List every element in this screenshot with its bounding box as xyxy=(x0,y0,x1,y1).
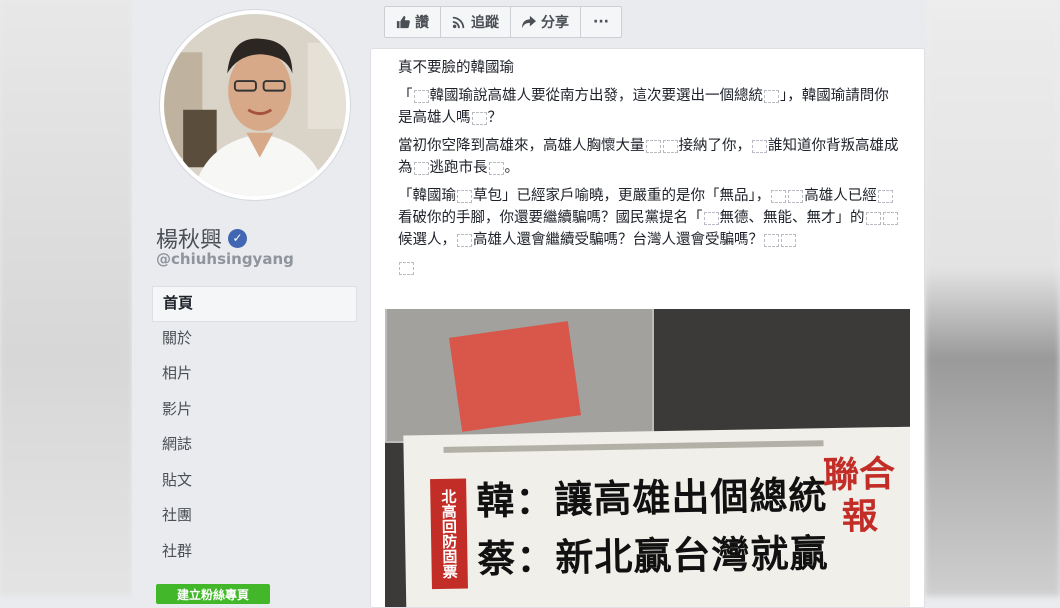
missing-glyph-icon xyxy=(457,189,472,203)
post-text: 真不要臉的韓國瑜 「韓國瑜說高雄人要從南方出發，這次要選出一個總統 」，韓國瑜請問… xyxy=(398,57,903,285)
text-run: 「 xyxy=(398,88,413,104)
newspaper-masthead: 聯合報 xyxy=(822,452,896,538)
nav-item-notes[interactable]: 網誌 xyxy=(152,428,357,464)
text-run: 逃跑市長 xyxy=(429,160,488,176)
missing-glyph-icon xyxy=(771,189,787,203)
text-run: ？ xyxy=(487,110,503,126)
rss-feed-icon xyxy=(452,16,465,29)
missing-glyph-icon xyxy=(399,261,414,275)
post-card: 真不要臉的韓國瑜 「韓國瑜說高雄人要從南方出發，這次要選出一個總統 」，韓國瑜請問… xyxy=(370,48,925,608)
newspaper: 北高回防固票 韓：讓高雄出個總統 蔡：新北贏台灣就贏 聯合報 xyxy=(403,426,910,607)
missing-glyph-icon xyxy=(457,233,472,247)
post-photo[interactable]: 北高回防固票 韓：讓高雄出個總統 蔡：新北贏台灣就贏 聯合報 xyxy=(385,309,910,607)
text-run: 當初你空降到高雄來，高雄人胸懷大量 xyxy=(398,138,645,154)
missing-glyph-icon xyxy=(413,89,429,103)
blurred-background-left xyxy=(0,0,132,596)
missing-glyph-icon xyxy=(882,211,898,225)
newspaper-headline-1: 韓：讓高雄出個總統 xyxy=(476,473,828,524)
text-run: 草包」已經家戶喻曉，更嚴重的是你「無品」， xyxy=(473,188,771,204)
missing-glyph-icon xyxy=(752,139,767,153)
share-label: 分享 xyxy=(541,15,569,31)
nav-item-community[interactable]: 社群 xyxy=(152,535,357,571)
missing-glyph-icon xyxy=(645,139,661,153)
follow-button[interactable]: 追蹤 xyxy=(441,7,511,37)
text-run: 「韓國瑜 xyxy=(398,188,456,204)
missing-glyph-icon xyxy=(764,233,779,247)
text-run: 看破你的手腳，你還要繼續騙嗎？國民黨提名「 xyxy=(398,210,703,226)
red-seal-stamp xyxy=(448,321,582,432)
share-button[interactable]: 分享 xyxy=(511,7,581,37)
more-options-button[interactable]: ··· xyxy=(581,7,621,37)
post-paragraph-3: 「韓國瑜 草包」已經家戶喻曉，更嚴重的是你「無品」， 高雄人已經看破你的手腳，你還要… xyxy=(398,185,903,251)
page-sidebar: 楊秋興 ✓ @chiuhsingyang 首頁 關於 相片 影片 網誌 貼文 社… xyxy=(132,0,370,604)
missing-glyph-icon xyxy=(764,89,779,103)
missing-glyph-icon xyxy=(488,161,504,175)
post-paragraph-2: 當初你空降到高雄來，高雄人胸懷大量 接納了你， 誰知道你背叛高雄成為 逃跑市長。 xyxy=(398,135,903,179)
verified-badge-icon: ✓ xyxy=(228,228,248,248)
page-nav: 首頁 關於 相片 影片 網誌 貼文 社團 社群 xyxy=(152,286,357,570)
thumbs-up-icon xyxy=(396,15,410,29)
page-action-bar: 讚 追蹤 分享 ··· xyxy=(384,6,622,38)
blurred-background-right xyxy=(925,0,1060,596)
like-button[interactable]: 讚 xyxy=(385,7,441,37)
like-label: 讚 xyxy=(415,15,429,31)
more-options-icon: ··· xyxy=(593,14,609,30)
post-paragraph-1: 「韓國瑜說高雄人要從南方出發，這次要選出一個總統 」，韓國瑜請問你是高雄人嗎？ xyxy=(398,85,903,129)
missing-glyph-icon xyxy=(788,189,804,203)
nav-item-photos[interactable]: 相片 xyxy=(152,357,357,393)
profile-avatar[interactable] xyxy=(160,10,350,200)
nav-item-videos[interactable]: 影片 xyxy=(152,393,357,429)
text-run: 。 xyxy=(504,160,520,176)
text-run: 接納了你， xyxy=(678,138,752,154)
missing-glyph-icon xyxy=(662,139,678,153)
profile-photo xyxy=(164,14,346,196)
text-run: 高雄人已經 xyxy=(804,188,877,204)
nav-item-home[interactable]: 首頁 xyxy=(152,286,357,322)
newspaper-headline-2: 蔡：新北贏台灣就贏 xyxy=(477,531,829,582)
text-run: 高雄人還會繼續受騙嗎？台灣人還會受騙嗎？ xyxy=(473,232,763,248)
text-run: 無德、無能、無才」的 xyxy=(719,210,865,226)
text-run: 候選人， xyxy=(398,232,456,248)
nav-item-about[interactable]: 關於 xyxy=(152,322,357,358)
missing-glyph-icon xyxy=(471,111,487,125)
missing-glyph-icon xyxy=(413,161,429,175)
create-page-button[interactable]: 建立粉絲專頁 xyxy=(156,584,270,604)
missing-glyph-icon xyxy=(877,189,893,203)
missing-glyph-icon xyxy=(703,211,719,225)
follow-label: 追蹤 xyxy=(471,15,499,31)
post-title: 真不要臉的韓國瑜 xyxy=(398,60,514,76)
nav-item-posts[interactable]: 貼文 xyxy=(152,464,357,500)
missing-glyph-icon xyxy=(865,211,881,225)
page-handle[interactable]: @chiuhsingyang xyxy=(156,250,294,268)
post-paragraph-4 xyxy=(398,257,903,279)
share-arrow-icon xyxy=(522,15,536,29)
newspaper-header-strip xyxy=(443,440,824,453)
missing-glyph-icon xyxy=(781,233,796,247)
nav-item-groups[interactable]: 社團 xyxy=(152,499,357,535)
text-run: 韓國瑜說高雄人要從南方出發，這次要選出一個總統 xyxy=(429,88,764,104)
newspaper-side-label: 北高回防固票 xyxy=(430,478,468,590)
